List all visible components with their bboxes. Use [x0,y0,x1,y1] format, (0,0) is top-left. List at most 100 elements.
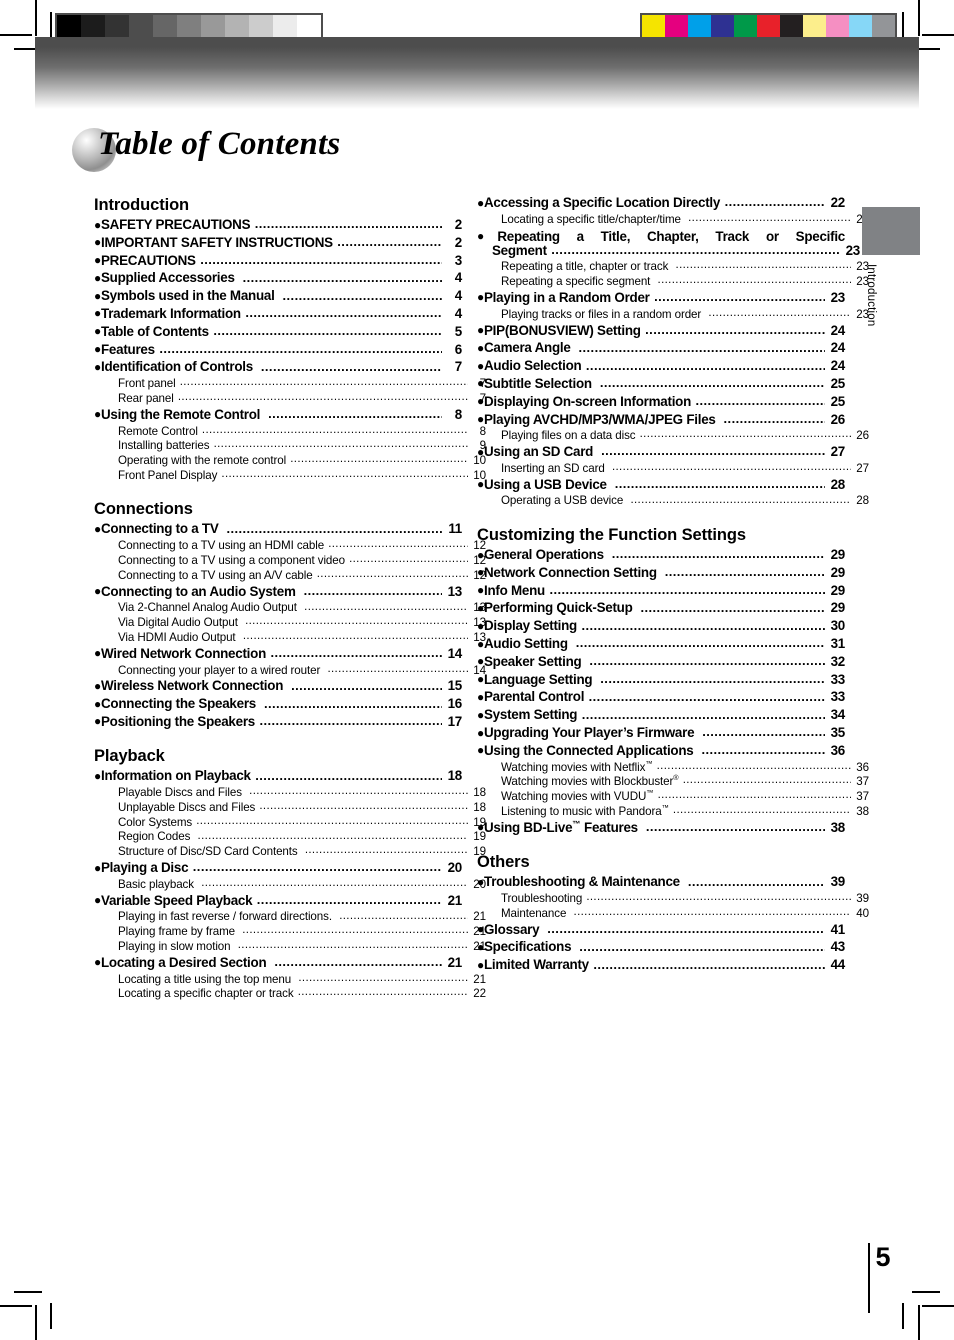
toc-entry[interactable]: ●Display Setting .......................… [477,618,845,633]
toc-entry-page: 21 [447,892,463,908]
bullet-icon: ● [94,324,101,339]
toc-entry[interactable]: ●Using a USB Device ....................… [477,477,845,491]
toc-entry-page: 32 [830,653,846,669]
toc-entry[interactable]: Listening to music with Pandora™ .......… [477,804,869,818]
toc-entry-page: 4 [454,305,462,321]
toc-entry[interactable]: ●Info Menu .............................… [477,583,845,597]
toc-entry[interactable]: ●Audio Setting .........................… [477,636,845,650]
toc-entry[interactable]: ●Accessing a Specific Location Directly … [477,195,845,209]
toc-entry[interactable]: ●General Operations ....................… [477,547,845,561]
toc-entry[interactable]: ●Language Setting ......................… [477,672,845,686]
toc-entry[interactable]: ●Trademark Information .................… [94,305,462,321]
toc-entry[interactable]: ●Using BD-Live™ Features ...............… [477,819,845,834]
toc-entry[interactable]: Watching movies with Blockbuster® ......… [477,774,869,788]
toc-entry[interactable]: Playing in fast reverse / forward direct… [94,911,486,923]
toc-entry[interactable]: Via HDMI Audio Output ..................… [94,631,486,644]
leader-dots: ........................................… [245,306,442,320]
toc-entry[interactable]: Connecting to a TV using a component vid… [94,554,486,567]
toc-entry[interactable]: Troubleshooting ........................… [477,892,869,905]
toc-entry[interactable]: ●Using an SD Card ......................… [477,444,845,458]
leader-dots: ........................................… [249,786,468,798]
toc-entry[interactable]: ●Speaker Setting .......................… [477,653,846,669]
toc-entry[interactable]: Playable Discs and Files ...............… [94,786,486,799]
toc-entry[interactable]: ●Performing Quick-Setup ................… [477,601,845,615]
toc-entry[interactable]: Structure of Disc/SD Card Contents .....… [94,845,486,858]
toc-entry[interactable]: Connecting to a TV using an HDMI cable .… [94,539,486,552]
toc-entry[interactable]: ●Network Connection Setting ............… [477,565,845,579]
toc-entry[interactable]: Via 2-Channel Analog Audio Output ......… [94,602,486,614]
toc-entry[interactable]: ●Troubleshooting & Maintenance .........… [477,875,845,889]
toc-entry[interactable]: ●Using the Connected Applications ......… [477,743,845,757]
toc-entry[interactable]: Connecting your player to a wired router… [94,663,486,677]
toc-entry[interactable]: ●IMPORTANT SAFETY INSTRUCTIONS .........… [94,235,462,249]
leader-dots: ........................................… [259,714,442,728]
toc-entry[interactable]: Playing tracks or files in a random orde… [477,307,869,321]
toc-entry[interactable]: Watching movies with Netflix™ ..........… [477,760,869,774]
toc-entry[interactable]: ●Using the Remote Control ..............… [94,407,462,421]
toc-entry[interactable]: ●Wireless Network Connection ...........… [94,679,462,693]
toc-entry[interactable]: Unplayable Discs and Files .............… [94,801,486,814]
toc-entry[interactable]: ●Locating a Desired Section ............… [94,954,463,970]
toc-entry[interactable]: Region Codes ...........................… [94,831,486,843]
toc-entry[interactable]: ●Upgrading Your Player’s Firmware ......… [477,725,845,739]
toc-entry-page: 23 [845,242,861,258]
leader-dots: ........................................… [708,307,851,319]
toc-entry[interactable]: Operating a USB device .................… [477,495,869,507]
toc-entry[interactable]: ●Variable Speed Playback ...............… [94,892,463,908]
toc-entry[interactable]: Watching movies with VUDU™ .............… [477,789,869,803]
toc-entry[interactable]: Rear panel .............................… [94,392,486,405]
toc-entry[interactable]: ●Playing in a Random Order .............… [477,290,845,304]
bullet-icon: ● [477,618,484,633]
toc-entry[interactable]: ●Glossary ..............................… [477,922,845,936]
toc-entry[interactable]: Locating a specific chapter or track ...… [94,987,486,1000]
toc-entry[interactable]: ●Connecting the Speakers ...............… [94,697,462,711]
toc-entry[interactable]: ●PIP(BONUSVIEW) Setting ................… [477,323,845,337]
toc-entry[interactable]: Installing batteries ...................… [94,439,486,452]
toc-entry[interactable]: ●Camera Angle ..........................… [477,341,845,355]
toc-entry[interactable]: ●Limited Warranty ......................… [477,958,845,972]
toc-entry[interactable]: ●Audio Selection .......................… [477,359,845,373]
toc-entry[interactable]: ●Specifications ........................… [477,940,845,954]
toc-entry[interactable]: Repeating a title, chapter or track ....… [477,260,869,273]
leader-dots: ........................................… [304,845,468,857]
toc-entry[interactable]: Locating a specific title/chapter/time .… [477,213,869,226]
toc-entry[interactable]: ●Connecting to an Audio System .........… [94,584,462,598]
toc-entry[interactable]: Basic playback .........................… [94,878,486,891]
toc-entry[interactable]: Remote Control .........................… [94,425,486,438]
toc-entry[interactable]: Locating a title using the top menu ....… [94,973,486,986]
toc-entry[interactable]: ●Playing AVCHD/MP3/WMA/JPEG Files ......… [477,412,845,426]
toc-entry[interactable]: ●Supplied Accessories ..................… [94,271,462,285]
toc-entry[interactable]: Color Systems ..........................… [94,816,486,829]
toc-entry-label[interactable]: ●Repeating a Title, Chapter, Track or Sp… [477,229,845,244]
toc-entry[interactable]: Maintenance ............................… [477,907,869,920]
toc-entry[interactable]: Front panel ............................… [94,377,486,390]
toc-entry[interactable]: ●Parental Control ......................… [477,690,845,704]
toc-entry[interactable]: Playing in slow motion .................… [94,940,486,953]
toc-entry[interactable]: ●Positioning the Speakers ..............… [94,714,462,728]
toc-entry[interactable]: ●Playing a Disc ........................… [94,860,462,874]
toc-entry[interactable]: ●Symbols used in the Manual ............… [94,289,462,303]
toc-entry[interactable]: Inserting an SD card ...................… [477,462,869,475]
toc-entry[interactable]: Via Digital Audio Output ...............… [94,616,486,629]
toc-entry[interactable]: Connecting to a TV using an A/V cable ..… [94,569,486,582]
toc-entry[interactable]: ●Table of Contents .....................… [94,324,462,339]
toc-entry[interactable]: ●Features ..............................… [94,342,462,356]
toc-entry[interactable]: ●Information on Playback ...............… [94,768,463,784]
toc-entry[interactable]: ●PRECAUTIONS ...........................… [94,253,462,267]
toc-entry[interactable]: Segment ................................… [477,242,861,258]
toc-entry[interactable]: Playing frame by frame .................… [94,925,486,938]
toc-entry[interactable]: Playing files on a data disc ...........… [477,429,869,442]
toc-entry[interactable]: ●Displaying On-screen Information ......… [477,394,845,408]
toc-entry[interactable]: ●Identification of Controls ............… [94,360,462,374]
toc-entry[interactable]: ●Connecting to a TV ....................… [94,522,462,536]
toc-entry[interactable]: ●Subtitle Selection ....................… [477,376,845,390]
toc-entry-page: 21 [447,954,463,970]
toc-entry-page: 18 [447,768,463,784]
toc-entry[interactable]: Front Panel Display ....................… [94,469,486,482]
toc-entry[interactable]: ●System Setting ........................… [477,708,845,722]
toc-entry[interactable]: Operating with the remote control ......… [94,454,486,467]
toc-entry[interactable]: ●Wired Network Connection ..............… [94,646,462,660]
toc-entry[interactable]: ●SAFETY PRECAUTIONS ....................… [94,217,462,231]
toc-entry[interactable]: Repeating a specific segment ...........… [477,275,869,288]
toc-entry-label: Connecting your player to a wired router [118,663,324,677]
